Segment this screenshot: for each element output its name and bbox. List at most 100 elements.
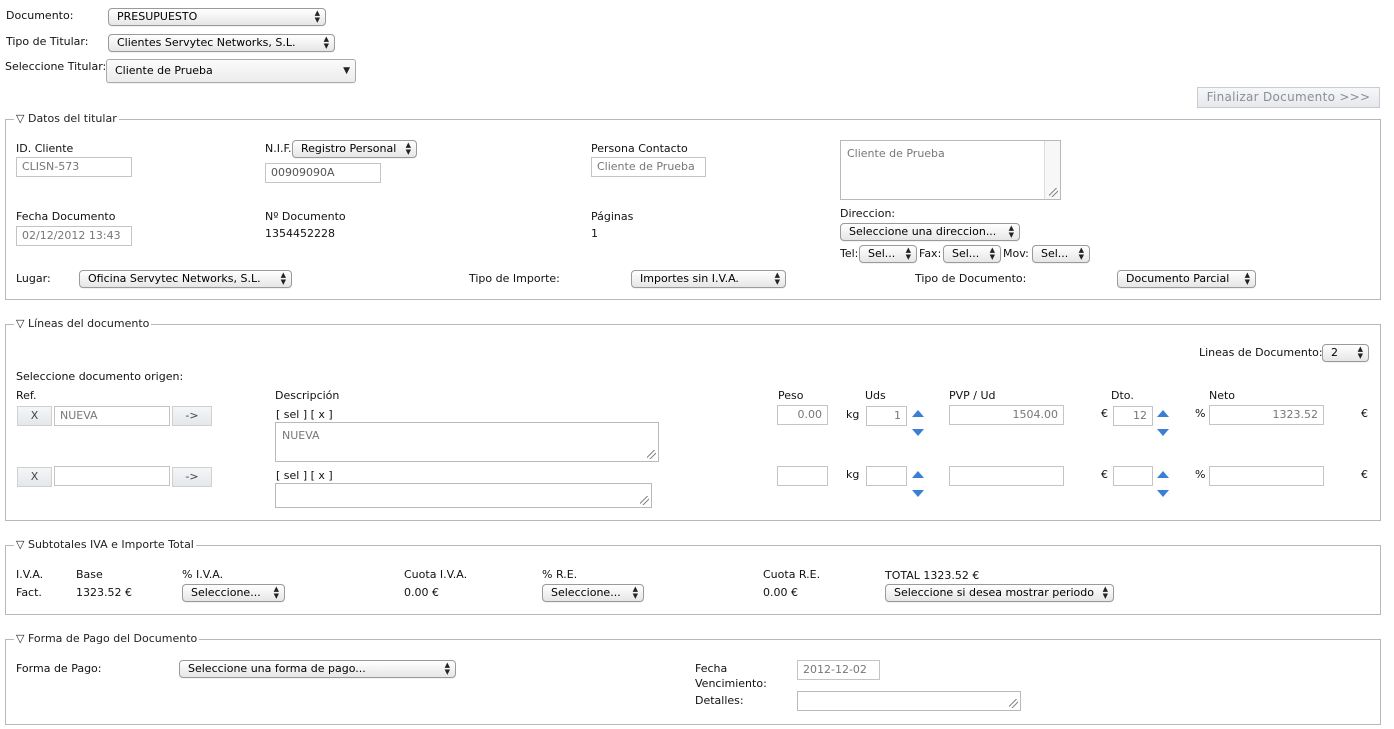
subtotales-legend-text: Subtotales IVA e Importe Total (27, 538, 194, 551)
mov-select[interactable]: Sel... ▲ ▼ (1032, 245, 1090, 263)
fecha-vencimiento-field[interactable]: 2012-12-02 (797, 660, 880, 680)
subtotales-legend[interactable]: ▽ Subtotales IVA e Importe Total (14, 538, 196, 552)
row1-neto-field[interactable]: 1323.52 (1209, 405, 1324, 425)
nif-type-select[interactable]: Registro Personal ▲ ▼ (292, 140, 417, 158)
row1-remove-button[interactable]: X (17, 406, 52, 426)
tipo-documento-select[interactable]: Documento Parcial ▲ ▼ (1117, 270, 1256, 288)
persona-contacto-label: Persona Contacto (591, 142, 688, 155)
periodo-value: Seleccione si desea mostrar periodo (894, 586, 1095, 599)
finalizar-documento-button[interactable]: Finalizar Documento >>> (1197, 87, 1380, 108)
origen-label: Seleccione documento origen: (16, 370, 184, 383)
id-cliente-field[interactable]: CLISN-573 (16, 157, 132, 177)
lugar-select[interactable]: Oficina Servytec Networks, S.L. ▲ ▼ (79, 270, 292, 288)
fecha-documento-label: Fecha Documento (16, 210, 116, 223)
id-cliente-label: ID. Cliente (16, 142, 74, 155)
tipo-documento-label: Tipo de Documento: (915, 272, 1027, 285)
resize-grip-icon[interactable] (1009, 699, 1018, 708)
updown-arrows-icon: ▲ ▼ (989, 246, 995, 261)
row2-neto-field[interactable] (1209, 466, 1324, 486)
chevron-down-icon: ▼ (343, 65, 350, 76)
pct-re-select[interactable]: Seleccione... ▲ ▼ (542, 584, 644, 602)
uds-increment-icon[interactable] (912, 410, 924, 417)
updown-arrows-icon: ▲ ▼ (280, 271, 286, 286)
header-peso: Peso (778, 389, 804, 402)
row1-arrow-button[interactable]: -> (172, 406, 212, 426)
resize-grip-icon[interactable] (640, 496, 649, 505)
datos-titular-legend[interactable]: ▽ Datos del titular (14, 112, 119, 126)
row1-neto-euro: € (1361, 407, 1368, 420)
tel-select[interactable]: Sel... ▲ ▼ (859, 245, 917, 263)
row2-pvp-field[interactable] (949, 466, 1064, 486)
fecha-documento-field[interactable]: 02/12/2012 13:43 (16, 226, 132, 246)
row2-arrow-button[interactable]: -> (172, 467, 212, 487)
row1-pct-unit: % (1195, 407, 1206, 420)
tipo-titular-select[interactable]: Clientes Servytec Networks, S.L. ▲ ▼ (108, 34, 335, 52)
paginas-label: Páginas (591, 210, 634, 223)
row1-uds-field[interactable]: 1 (866, 406, 907, 426)
triangle-down-icon: ▽ (16, 632, 28, 645)
updown-arrows-icon: ▲ ▼ (444, 661, 450, 676)
mov-label: Mov: (1003, 247, 1029, 260)
periodo-select[interactable]: Seleccione si desea mostrar periodo ▲ ▼ (885, 584, 1114, 602)
pago-legend-text: Forma de Pago del Documento (27, 632, 198, 645)
row2-descripcion-textarea[interactable] (275, 483, 652, 508)
direccion-value: Seleccione una direccion... (849, 225, 997, 238)
base-value: 1323.52 € (76, 586, 132, 599)
direccion-select[interactable]: Seleccione una direccion... ▲ ▼ (840, 223, 1020, 241)
row2-remove-button[interactable]: X (17, 467, 52, 487)
updown-arrows-icon: ▲ ▼ (1008, 224, 1014, 239)
forma-pago-select[interactable]: Seleccione una forma de pago... ▲ ▼ (179, 660, 456, 678)
dto-increment-icon[interactable] (1157, 471, 1169, 478)
lugar-label: Lugar: (16, 272, 51, 285)
triangle-down-icon: ▽ (16, 317, 28, 330)
pago-legend[interactable]: ▽ Forma de Pago del Documento (14, 632, 200, 646)
titular-label: Seleccione Titular: (5, 60, 107, 73)
titular-value: Cliente de Prueba (115, 64, 213, 77)
dto-increment-icon[interactable] (1157, 410, 1169, 417)
detalles-textarea[interactable] (797, 691, 1021, 711)
resize-grip-icon[interactable] (647, 450, 656, 459)
dto-decrement-icon[interactable] (1157, 429, 1169, 436)
tipo-titular-value: Clientes Servytec Networks, S.L. (117, 36, 296, 49)
row2-dto-field[interactable] (1113, 466, 1153, 486)
row1-sel-links[interactable]: [ sel ] [ x ] (276, 408, 333, 421)
row1-peso-field[interactable]: 0.00 (777, 405, 828, 425)
uds-decrement-icon[interactable] (912, 490, 924, 497)
row2-ref-field[interactable] (54, 466, 170, 486)
tipo-importe-value: Importes sin I.V.A. (640, 272, 739, 285)
updown-arrows-icon: ▲ ▼ (632, 585, 638, 600)
row1-pvp-field[interactable]: 1504.00 (949, 405, 1064, 425)
fax-select[interactable]: Sel... ▲ ▼ (943, 245, 1001, 263)
row2-sel-links[interactable]: [ sel ] [ x ] (276, 469, 333, 482)
nif-field[interactable]: 00909090A (265, 163, 381, 183)
lineas-legend[interactable]: ▽ Líneas del documento (14, 317, 152, 331)
header-uds: Uds (865, 389, 886, 402)
fax-label: Fax: (919, 247, 942, 260)
total-label: TOTAL 1323.52 € (885, 569, 980, 582)
row1-ref-field[interactable]: NUEVA (54, 406, 170, 426)
row2-uds-field[interactable] (866, 466, 907, 486)
row1-dto-field[interactable]: 12 (1113, 406, 1153, 426)
row2-euro-unit: € (1101, 468, 1108, 481)
persona-contacto-field[interactable]: Cliente de Prueba (591, 157, 706, 177)
uds-increment-icon[interactable] (912, 471, 924, 478)
titular-select[interactable]: Cliente de Prueba ▼ (106, 59, 356, 83)
dto-decrement-icon[interactable] (1157, 490, 1169, 497)
fact-label: Fact. (16, 586, 42, 599)
tipo-importe-select[interactable]: Importes sin I.V.A. ▲ ▼ (631, 270, 786, 288)
notes-textarea[interactable]: Cliente de Prueba (840, 140, 1061, 200)
datos-titular-legend-text: Datos del titular (27, 112, 117, 125)
pct-iva-label: % I.V.A. (182, 568, 224, 581)
num-documento-value: 1354452228 (265, 227, 335, 240)
row2-pct-unit: % (1195, 468, 1206, 481)
documento-select-value: PRESUPUESTO (117, 10, 198, 23)
pct-iva-select[interactable]: Seleccione... ▲ ▼ (182, 584, 285, 602)
lineas-count-select[interactable]: 2 ▲ ▼ (1322, 344, 1369, 362)
resize-grip-icon[interactable] (1049, 188, 1058, 197)
cuota-re-value: 0.00 € (763, 586, 798, 599)
row2-peso-field[interactable] (777, 466, 828, 486)
tel-label: Tel: (840, 247, 859, 260)
documento-select[interactable]: PRESUPUESTO ▲ ▼ (108, 8, 326, 26)
uds-decrement-icon[interactable] (912, 429, 924, 436)
row1-descripcion-textarea[interactable]: NUEVA (275, 422, 659, 462)
